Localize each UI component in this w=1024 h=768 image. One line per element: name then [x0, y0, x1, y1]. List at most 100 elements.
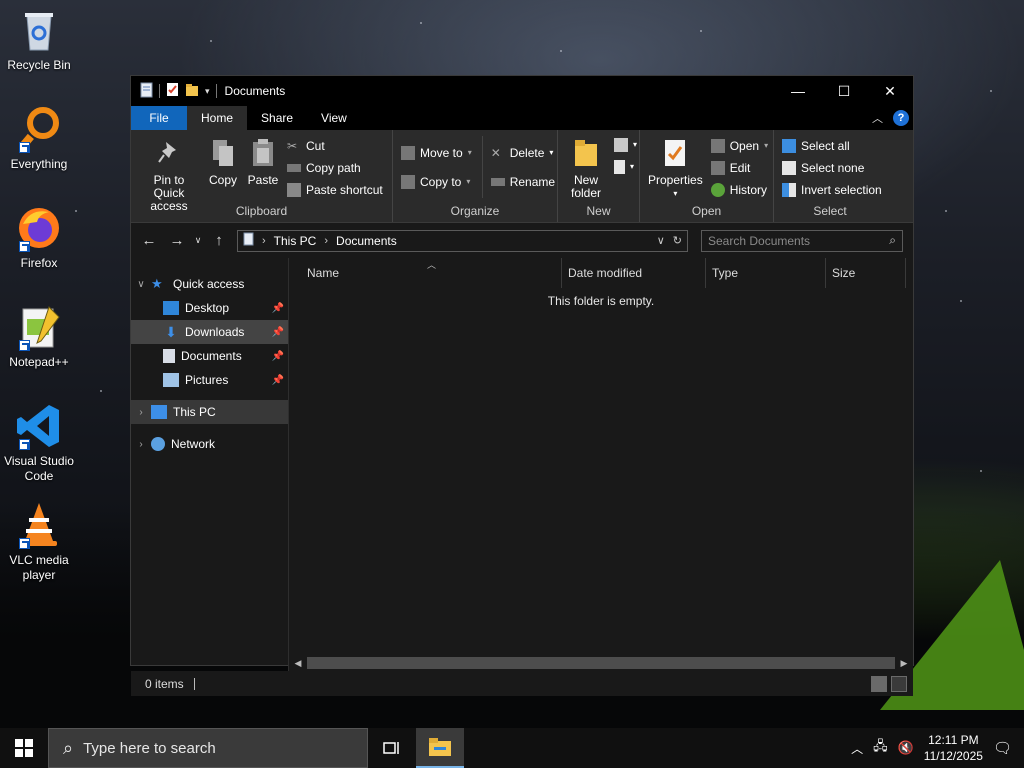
select-all-button[interactable]: Select all [782, 137, 882, 154]
easy-access-button[interactable]: ▾ [614, 158, 637, 175]
large-icons-view-icon[interactable] [891, 675, 907, 692]
ribbon-group-organize: Move to ▾ Copy to ▾ ✕ Delete ▾ Rename Organi… [393, 130, 558, 222]
breadcrumb-documents[interactable]: Documents [336, 234, 397, 248]
recent-locations-button[interactable]: ∨ [191, 235, 205, 246]
tab-file[interactable]: File [131, 106, 187, 130]
move-to-button[interactable]: Move to ▾ [401, 144, 472, 161]
address-dropdown-icon[interactable]: ∨ [657, 234, 665, 247]
nav-item-pictures[interactable]: Pictures 📌 [131, 368, 288, 392]
desktop-icon-firefox[interactable]: Firefox [0, 204, 78, 271]
pin-icon[interactable]: 📌 [272, 375, 284, 386]
new-item-button[interactable]: ▾ [614, 136, 637, 153]
horizontal-scrollbar[interactable]: ◀ ▶ [289, 655, 913, 671]
search-icon: ⌕ [889, 233, 896, 247]
start-button[interactable] [0, 728, 48, 768]
details-view-icon[interactable] [871, 675, 887, 692]
nav-label: Downloads [185, 325, 245, 339]
nav-item-documents[interactable]: Documents 📌 [131, 344, 288, 368]
file-list[interactable]: ︿ Name Date modified Type Size This fold… [289, 258, 913, 671]
customize-quick-access-icon[interactable]: ▾ [205, 86, 210, 97]
scroll-right-icon[interactable]: ▶ [895, 658, 913, 669]
column-headers: ︿ Name Date modified Type Size [289, 258, 913, 288]
up-button[interactable]: ↑ [205, 232, 233, 249]
expand-chevron-icon[interactable]: › [131, 439, 151, 450]
system-tray: ︿ 🖧 🔇 12:11 PM 11/12/2025 🗨 [851, 728, 1024, 768]
nav-item-this-pc[interactable]: › This PC [131, 400, 288, 424]
pin-icon[interactable]: 📌 [272, 327, 284, 338]
nav-label: This PC [173, 405, 216, 419]
taskbar-file-explorer[interactable] [416, 728, 464, 768]
notification-center-icon[interactable]: 🗨 [993, 739, 1012, 757]
tab-share[interactable]: Share [247, 106, 307, 130]
scroll-left-icon[interactable]: ◀ [289, 658, 307, 669]
expand-chevron-icon[interactable]: › [131, 407, 151, 418]
desktop-icon-vscode[interactable]: Visual Studio Code [0, 402, 78, 484]
show-hidden-icons-icon[interactable]: ︿ [851, 740, 863, 757]
title-bar: ▾ Documents — ☐ ✕ [131, 76, 913, 106]
column-date-modified[interactable]: Date modified [562, 258, 706, 288]
desktop-icon-label: Notepad++ [9, 355, 69, 369]
vscode-icon [15, 402, 63, 450]
select-all-icon [782, 138, 796, 153]
desktop-icon-label: VLC media player [9, 553, 69, 582]
address-bar[interactable]: › This PC › Documents ∨ ↻ [237, 229, 688, 252]
desktop-icon-everything[interactable]: Everything [0, 105, 78, 172]
navigation-pane: ∨ ★ Quick access Desktop 📌 ⬇ Downloads 📌… [131, 258, 289, 671]
move-to-label: Move to [420, 145, 463, 160]
invert-selection-button[interactable]: Invert selection [782, 181, 882, 198]
search-box[interactable]: Search Documents ⌕ [701, 229, 903, 252]
desktop-icon-notepadpp[interactable]: Notepad++ [0, 303, 78, 370]
nav-item-downloads[interactable]: ⬇ Downloads 📌 [131, 320, 288, 344]
paste-shortcut-button[interactable]: Paste shortcut [287, 181, 383, 198]
expand-chevron-icon[interactable]: ∨ [131, 279, 151, 290]
nav-item-desktop[interactable]: Desktop 📌 [131, 296, 288, 320]
clock[interactable]: 12:11 PM 11/12/2025 [924, 732, 983, 764]
column-name[interactable]: Name [289, 258, 562, 288]
downloads-arrow-icon: ⬇ [165, 324, 177, 340]
close-button[interactable]: ✕ [867, 76, 913, 106]
delete-button[interactable]: ✕ Delete ▾ [491, 144, 555, 161]
taskbar-search[interactable]: ⌕ Type here to search [48, 728, 368, 768]
copy-path-button[interactable]: Copy path [287, 159, 383, 176]
column-size[interactable]: Size [826, 258, 906, 288]
properties-quick-icon[interactable] [166, 82, 179, 100]
new-folder-quick-icon[interactable] [185, 83, 199, 100]
maximize-button[interactable]: ☐ [821, 76, 867, 106]
breadcrumb-this-pc[interactable]: This PC [274, 234, 317, 248]
pin-icon[interactable]: 📌 [272, 303, 284, 314]
open-button[interactable]: Open ▾ [710, 137, 768, 154]
desktop-icon-recycle-bin[interactable]: Recycle Bin [0, 6, 78, 73]
ribbon-group-select: Select all Select none Invert selection … [774, 130, 886, 222]
task-view-button[interactable] [368, 728, 416, 768]
scrollbar-thumb[interactable] [307, 657, 895, 669]
history-icon [710, 182, 725, 197]
select-none-button[interactable]: Select none [782, 159, 882, 176]
computer-icon [151, 405, 167, 419]
new-folder-label: New folder [570, 173, 602, 200]
pin-icon[interactable]: 📌 [272, 351, 284, 362]
back-button[interactable]: ← [135, 232, 163, 249]
minimize-button[interactable]: — [775, 76, 821, 106]
ribbon-tabs: File Home Share View ︿ ? [131, 106, 913, 130]
volume-muted-icon[interactable]: 🔇 [898, 740, 914, 756]
rename-button[interactable]: Rename [490, 173, 555, 190]
forward-button[interactable]: → [163, 232, 191, 249]
clock-time: 12:11 PM [928, 733, 979, 747]
copy-to-button[interactable]: Copy to ▾ [401, 173, 472, 190]
history-button[interactable]: History [710, 181, 768, 198]
edit-button[interactable]: Edit [710, 159, 768, 176]
cut-button[interactable]: ✂ Cut [287, 137, 383, 154]
collapse-ribbon-icon[interactable]: ︿ [872, 110, 883, 126]
nav-item-quick-access[interactable]: ∨ ★ Quick access [131, 272, 288, 296]
vlc-icon [15, 501, 63, 549]
tab-view[interactable]: View [307, 106, 361, 130]
network-status-icon[interactable]: 🖧 [873, 737, 888, 759]
desktop-icon-vlc[interactable]: VLC media player [0, 501, 78, 583]
nav-item-network[interactable]: › Network [131, 432, 288, 456]
help-icon[interactable]: ? [893, 110, 909, 126]
open-label: Open [729, 138, 760, 153]
refresh-icon[interactable]: ↻ [673, 234, 682, 247]
tab-home[interactable]: Home [187, 106, 248, 130]
ribbon: Pin to Quick access Copy Paste ✂ Cut Copy… [131, 130, 913, 223]
column-type[interactable]: Type [706, 258, 826, 288]
